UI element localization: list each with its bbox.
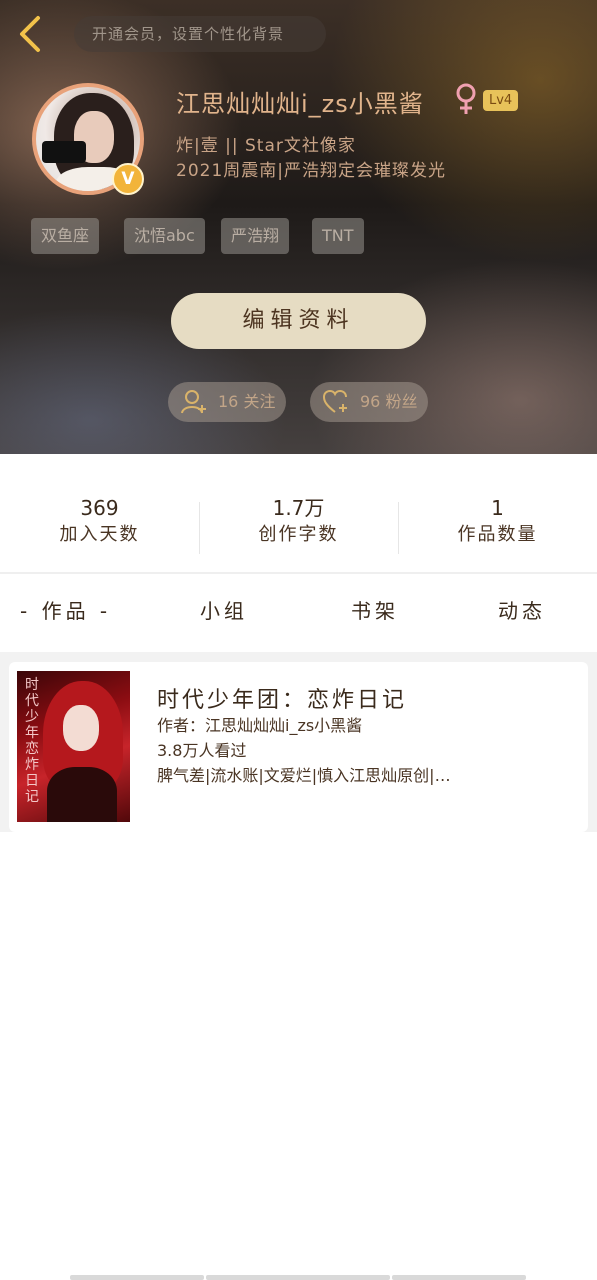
- profile-tag[interactable]: 双鱼座: [31, 218, 100, 254]
- work-title: 时代少年团：恋炸日记: [157, 688, 408, 713]
- verified-badge: V: [112, 163, 144, 195]
- stat-works-count: 1 作品数量: [398, 494, 597, 548]
- bio-line: 炸|壹 || Star文社像家: [176, 136, 356, 156]
- profile-tag[interactable]: TNT: [312, 218, 364, 254]
- username: 江思灿灿灿i_zs小黑酱: [176, 90, 424, 118]
- work-views: 3.8万人看过: [157, 741, 247, 760]
- stat-join-days: 369 加入天数: [0, 494, 199, 548]
- profile-header: 开通会员，设置个性化背景 V 江思灿灿灿i_zs小黑酱 Lv4 炸|壹 || S…: [0, 0, 597, 454]
- tab-bookshelf[interactable]: 书架: [351, 595, 399, 624]
- divider: [0, 572, 597, 574]
- following-count: 16 关注: [218, 392, 276, 411]
- stat-label: 加入天数: [59, 524, 140, 545]
- profile-tag[interactable]: 沈悟abc: [124, 218, 205, 254]
- fans-count: 96 粉丝: [360, 392, 418, 411]
- book-cover-image: 时代少年恋炸日记: [17, 671, 130, 822]
- work-card[interactable]: 时代少年恋炸日记 时代少年团：恋炸日记 作者：江思灿灿灿i_zs小黑酱 3.8万…: [9, 662, 588, 832]
- stat-label: 创作字数: [258, 524, 339, 545]
- female-icon: [456, 83, 476, 114]
- vip-background-tip[interactable]: 开通会员，设置个性化背景: [74, 16, 326, 52]
- chevron-left-icon: [20, 16, 40, 52]
- bio-line: 2021周震南|严浩翔定会璀璨发光: [176, 161, 446, 181]
- work-author: 作者：江思灿灿灿i_zs小黑酱: [157, 716, 363, 735]
- level-badge: Lv4: [483, 90, 519, 111]
- cover-title-art: 时代少年恋炸日记: [25, 677, 39, 805]
- fans-button[interactable]: 96 粉丝: [310, 382, 428, 422]
- tab-activity[interactable]: 动态: [498, 595, 546, 624]
- home-indicator: [206, 1275, 390, 1280]
- tab-works[interactable]: - 作品 -: [20, 595, 111, 624]
- edit-profile-button[interactable]: 编辑资料: [171, 293, 426, 349]
- user-add-icon: [181, 390, 206, 414]
- heart-add-icon: [322, 389, 347, 413]
- back-button[interactable]: [14, 14, 50, 54]
- tab-groups[interactable]: 小组: [200, 595, 248, 624]
- profile-tabs: - 作品 - 小组 书架 动态: [0, 595, 597, 635]
- stat-value: 369: [80, 496, 119, 520]
- home-indicator: [392, 1275, 526, 1280]
- following-button[interactable]: 16 关注: [168, 382, 286, 422]
- profile-tag[interactable]: 严浩翔: [221, 218, 290, 254]
- stat-value: 1: [491, 496, 504, 520]
- home-indicator: [70, 1275, 204, 1280]
- stat-value: 1.7万: [272, 496, 325, 520]
- profile-stats: 369 加入天数 1.7万 创作字数 1 作品数量: [0, 494, 597, 560]
- work-description: 脾气差|流水账|文爱烂|慎入江思灿原创|…: [157, 766, 451, 785]
- stat-label: 作品数量: [457, 524, 538, 545]
- stat-word-count: 1.7万 创作字数: [199, 494, 398, 548]
